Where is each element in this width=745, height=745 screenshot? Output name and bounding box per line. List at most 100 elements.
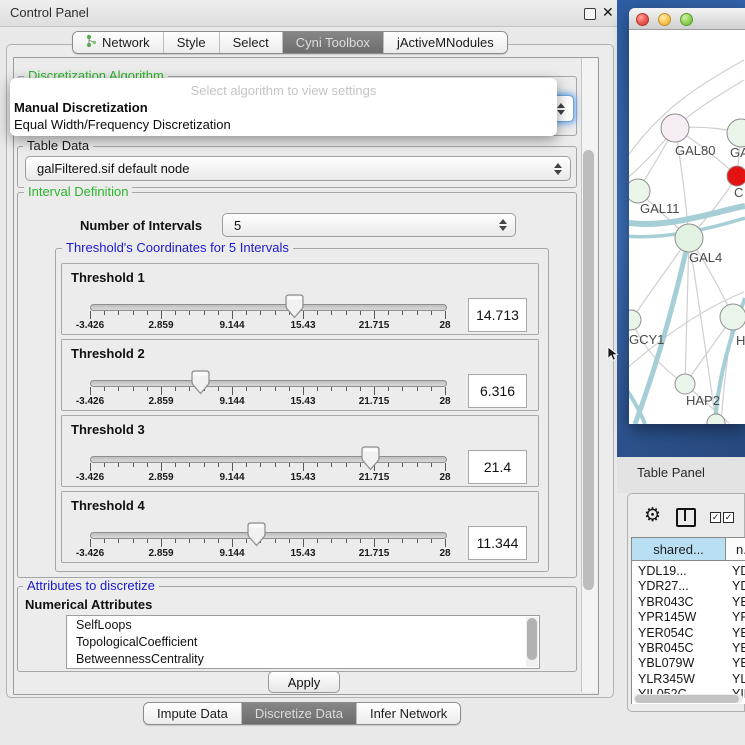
list-scrollbar-thumb[interactable] — [527, 618, 537, 660]
slider-tick — [175, 311, 176, 315]
slider-tick — [204, 311, 205, 315]
slider-tick — [402, 539, 403, 543]
attribute-list-item[interactable]: BetweennessCentrality — [67, 650, 539, 667]
bottom-node[interactable] — [707, 414, 725, 424]
threshold-label: Threshold 4 — [71, 498, 145, 513]
table-row-cell[interactable]: YBR043C — [638, 595, 694, 609]
slider-tick — [445, 539, 446, 547]
table-data-combo[interactable]: galFiltered.sif default node — [25, 156, 571, 181]
slider-tick — [218, 387, 219, 391]
slider-tick — [232, 463, 233, 471]
HAP2-node[interactable] — [675, 374, 695, 394]
slider-tick — [431, 387, 432, 391]
slider-tick — [90, 311, 91, 319]
slider-thumb[interactable] — [285, 294, 304, 324]
app-root: { "window": { "title": "Control Panel" }… — [0, 0, 745, 745]
slider-tick — [147, 463, 148, 467]
slider-tick-label: 9.144 — [204, 396, 260, 407]
tab-jactivemnodules[interactable]: jActiveMNodules — [384, 32, 507, 53]
close-window-icon[interactable] — [636, 13, 649, 26]
checkbox-icon[interactable]: ✓ — [723, 512, 734, 523]
table-row-cell[interactable]: YLR345W — [638, 672, 695, 686]
threshold-value-field[interactable]: 14.713 — [468, 298, 527, 332]
float-panel-icon[interactable] — [584, 8, 596, 20]
table-row-cell[interactable]: YBR045C — [638, 641, 694, 655]
algorithm-option[interactable]: Equal Width/Frequency Discretization — [14, 117, 231, 132]
threshold-value-field[interactable]: 21.4 — [468, 450, 527, 484]
threshold-value-field[interactable]: 11.344 — [468, 526, 527, 560]
slider-tick — [147, 311, 148, 315]
table-row-cell[interactable]: YPR1 — [732, 610, 745, 624]
table-row-cell[interactable]: YBL0 — [732, 656, 745, 670]
H-node[interactable] — [720, 304, 745, 330]
table-row-cell[interactable]: YPR145W — [638, 610, 696, 624]
tab-infer-network[interactable]: Infer Network — [357, 703, 460, 724]
table-row-cell[interactable]: YER0 — [732, 626, 745, 640]
table-hscrollbar-track[interactable] — [633, 694, 743, 703]
tab-discretize-data[interactable]: Discretize Data — [242, 703, 357, 724]
tab-impute-data[interactable]: Impute Data — [144, 703, 242, 724]
apply-button[interactable]: Apply — [268, 671, 340, 693]
edge-node-top[interactable] — [727, 119, 745, 147]
GCY1-node[interactable] — [629, 310, 641, 330]
table-row-cell[interactable]: YBR0 — [732, 595, 745, 609]
bottom-tab-bar: Impute DataDiscretize DataInfer Network — [143, 702, 461, 725]
slider-tick-label: 2.859 — [133, 472, 189, 483]
red-node[interactable] — [727, 166, 745, 186]
slider-tick — [331, 387, 332, 391]
minimize-window-icon[interactable] — [658, 13, 671, 26]
slider-track[interactable] — [90, 304, 447, 311]
table-header-name[interactable]: n... — [726, 538, 745, 561]
slider-tick — [374, 539, 375, 547]
slider-track[interactable] — [90, 456, 447, 463]
checkbox-icon[interactable]: ✓ — [710, 512, 721, 523]
slider-thumb[interactable] — [247, 522, 266, 552]
network-canvas[interactable]: GAL80GACGAL11GAL4GCY1HHAP2 — [629, 30, 745, 424]
close-panel-icon[interactable]: ✕ — [602, 4, 614, 21]
tab-cyni-toolbox[interactable]: Cyni Toolbox — [283, 32, 384, 53]
attribute-list-item[interactable]: SelfLoops — [67, 616, 539, 633]
network-window-titlebar[interactable] — [629, 8, 745, 30]
table-row-cell[interactable]: YDR27... — [638, 579, 689, 593]
table-hscrollbar-thumb[interactable] — [635, 695, 739, 703]
network-node-label: GCY1 — [629, 332, 664, 347]
gear-icon[interactable]: ⚙ — [644, 504, 661, 527]
number-of-intervals-combo[interactable]: 5 — [222, 213, 516, 237]
table-row-cell[interactable]: YLR3 — [732, 672, 745, 686]
settings-scrollbar-thumb[interactable] — [583, 150, 594, 590]
table-row-cell[interactable]: YDL1 — [732, 564, 745, 578]
table-row-cell[interactable]: YDL19... — [638, 564, 687, 578]
table-row-cell[interactable]: YDR2 — [732, 579, 745, 593]
GAL4-node[interactable] — [675, 224, 703, 252]
table-data-combo-value: galFiltered.sif default node — [37, 161, 189, 176]
algorithm-option[interactable]: Manual Discretization — [14, 100, 148, 115]
table-row-cell[interactable]: YER054C — [638, 626, 694, 640]
table-header-shared-name[interactable]: shared... — [632, 538, 726, 561]
tab-style[interactable]: Style — [164, 32, 220, 53]
slider-tick — [331, 539, 332, 543]
slider-tick — [445, 311, 446, 319]
table-row-cell[interactable]: YBR0 — [732, 641, 745, 655]
GAL80-node[interactable] — [661, 114, 689, 142]
threshold-value-field[interactable]: 6.316 — [468, 374, 527, 408]
GAL11-node[interactable] — [629, 179, 650, 203]
slider-track[interactable] — [90, 532, 447, 539]
slider-track[interactable] — [90, 380, 447, 387]
network-icon — [86, 34, 97, 51]
list-scrollbar-track[interactable] — [526, 617, 538, 667]
slider-tick — [317, 463, 318, 467]
numerical-attributes-list[interactable]: SelfLoopsTopologicalCoefficientBetweenne… — [66, 615, 540, 669]
node-table[interactable]: shared...n... YDL19... YDL1 YDR27... YDR2 YBR… — [631, 537, 745, 704]
zoom-window-icon[interactable] — [680, 13, 693, 26]
slider-tick — [189, 463, 190, 467]
attribute-list-item[interactable]: TopologicalCoefficient — [67, 633, 539, 650]
slider-thumb[interactable] — [191, 370, 210, 400]
tab-network[interactable]: Network — [73, 32, 164, 53]
slider-tick — [289, 387, 290, 391]
slider-tick-label: 2.859 — [133, 548, 189, 559]
show-columns-icon[interactable] — [676, 508, 696, 527]
tab-select[interactable]: Select — [220, 32, 283, 53]
table-row-cell[interactable]: YBL079W — [638, 656, 694, 670]
slider-thumb[interactable] — [361, 446, 380, 476]
slider-tick — [189, 539, 190, 543]
